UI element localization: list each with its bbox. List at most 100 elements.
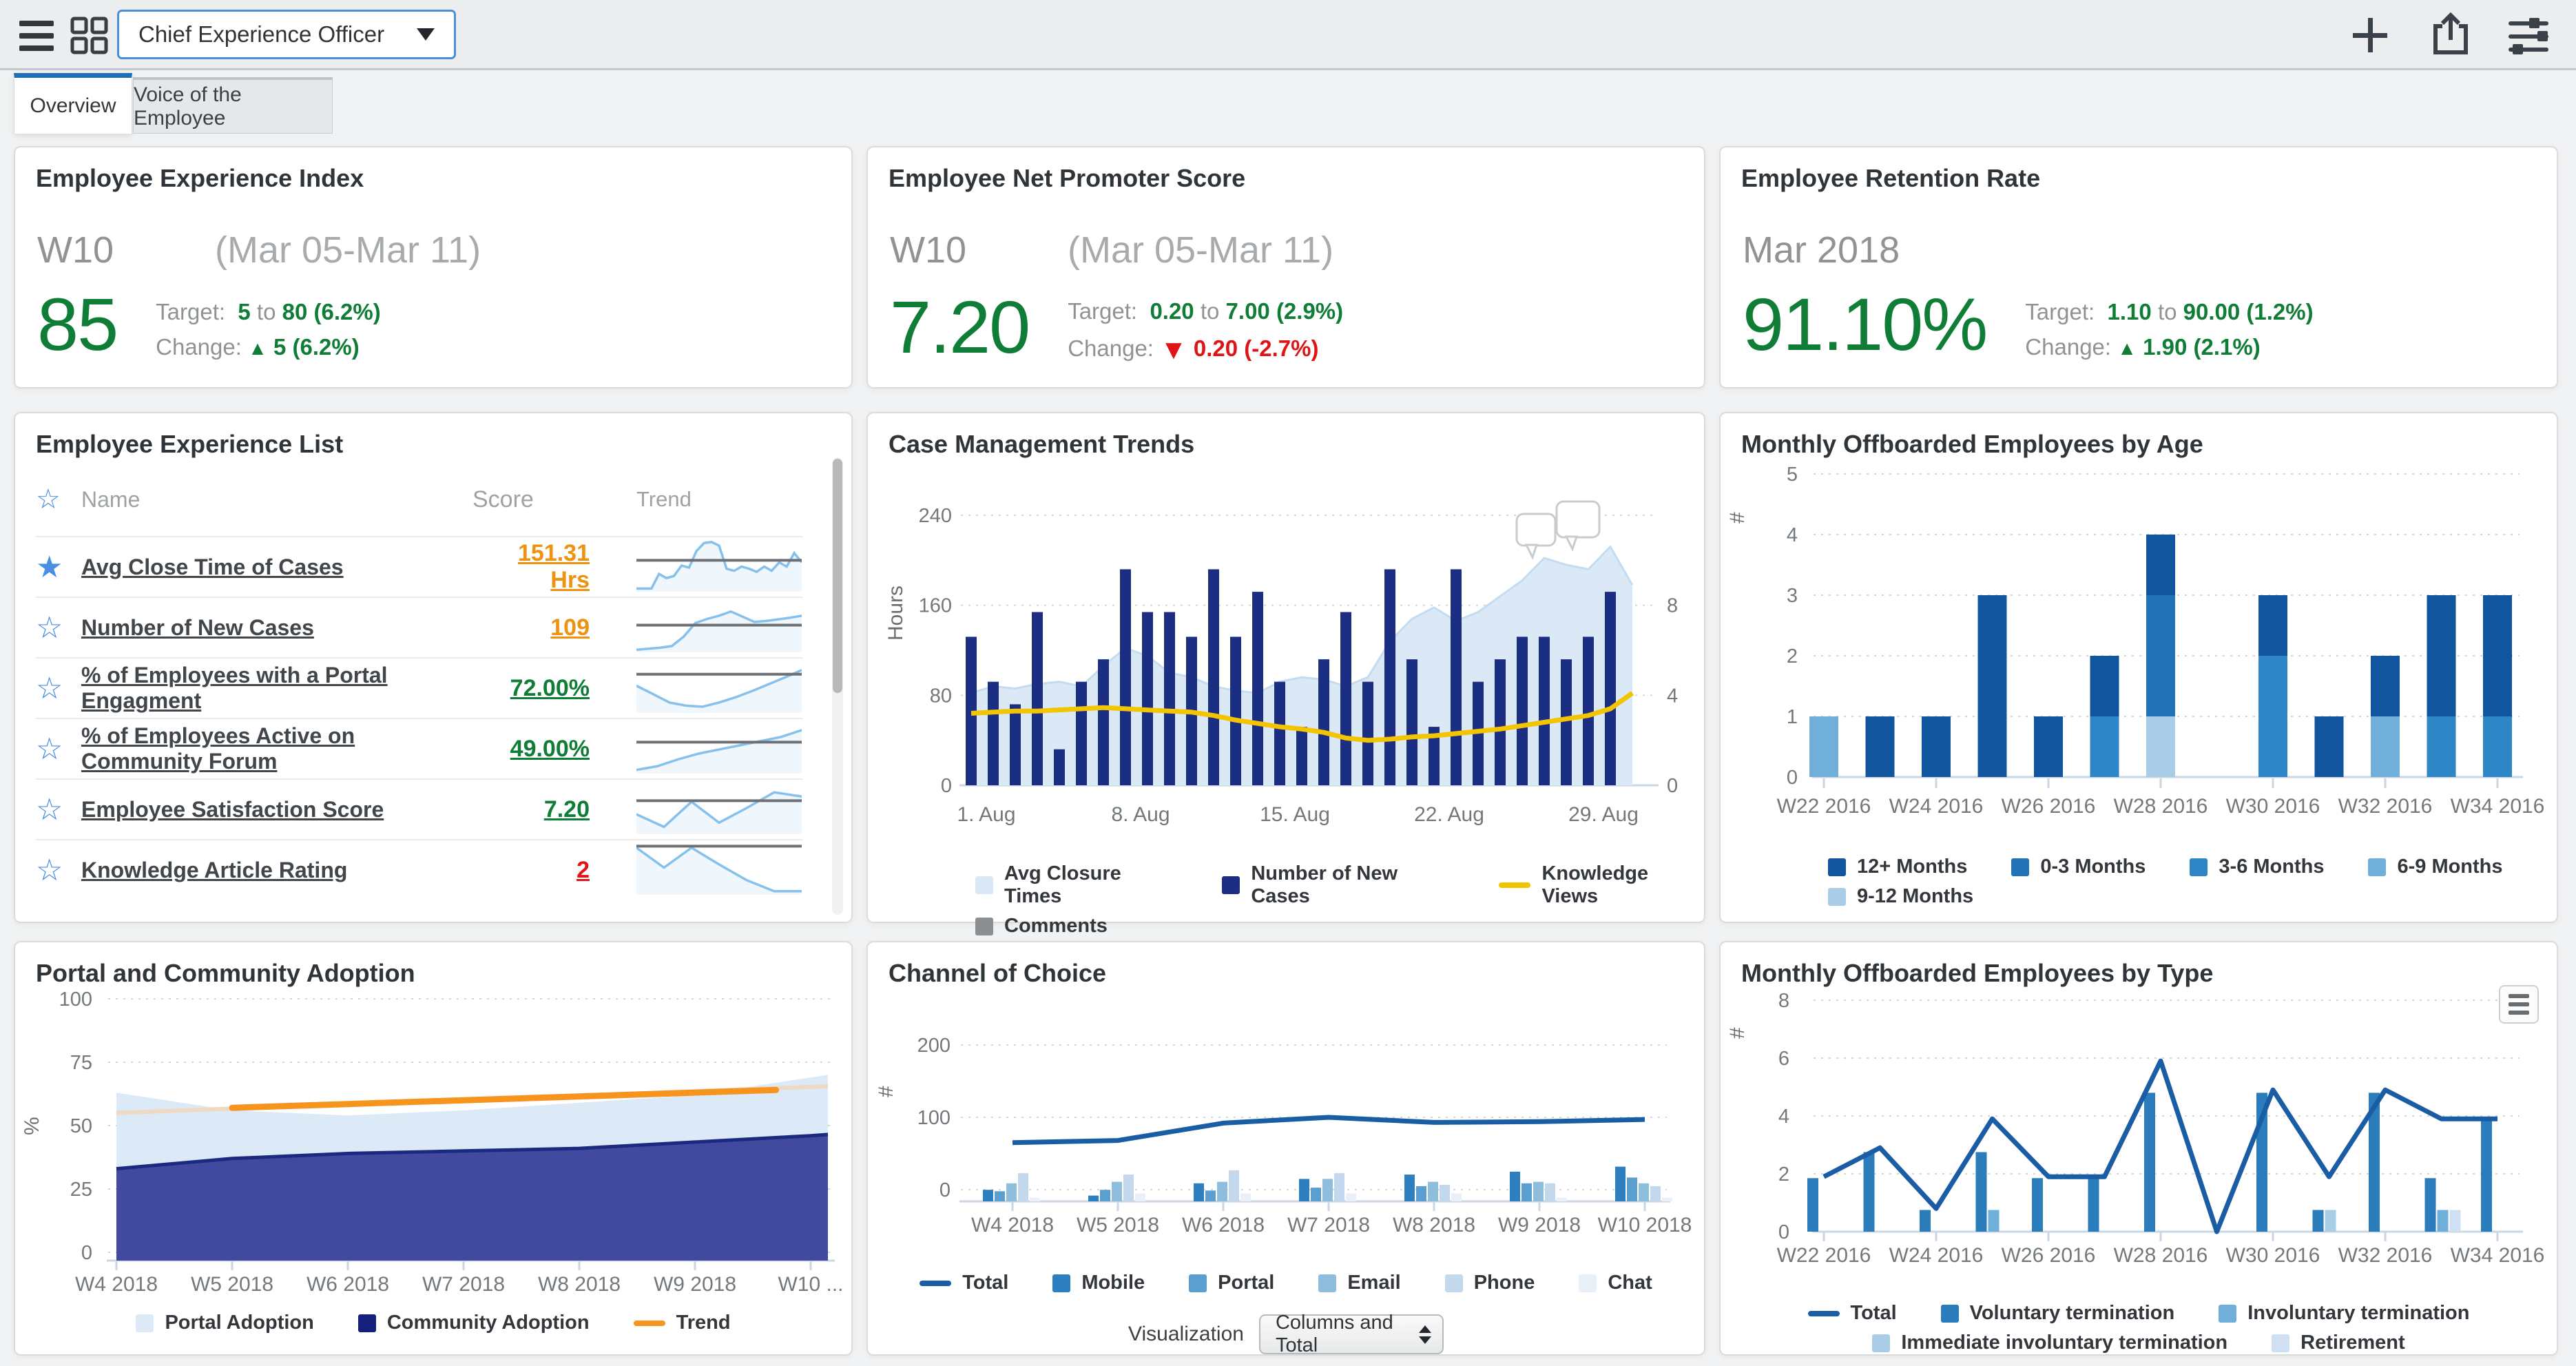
legend-label: Portal bbox=[1218, 1272, 1274, 1294]
legend-item[interactable]: Voluntary termination bbox=[1941, 1302, 2175, 1325]
legend-item[interactable]: Total bbox=[1808, 1302, 1897, 1325]
svg-text:W28 2016: W28 2016 bbox=[2114, 1244, 2208, 1267]
legend-item[interactable]: 12+ Months bbox=[1828, 856, 1967, 878]
legend-item[interactable]: Avg Closure Times bbox=[975, 862, 1178, 908]
metric-name-link[interactable]: Avg Close Time of Cases bbox=[81, 555, 472, 580]
legend-line-swatch bbox=[920, 1281, 951, 1286]
chart-legend: Portal Adoption Community Adoption Trend bbox=[15, 1312, 851, 1334]
legend-item[interactable]: Chat bbox=[1579, 1272, 1652, 1294]
list-scrollbar[interactable] bbox=[832, 457, 843, 915]
metric-name-link[interactable]: % of Employees with a Portal Engagment bbox=[81, 663, 472, 714]
metric-trend-sparkline[interactable] bbox=[590, 721, 803, 777]
list-item[interactable]: ☆Employee Satisfaction Score7.20 bbox=[36, 778, 803, 839]
comment-bubble-icon[interactable] bbox=[1517, 514, 1555, 557]
legend-item[interactable]: Number of New Cases bbox=[1222, 862, 1455, 908]
metric-trend-sparkline[interactable] bbox=[590, 539, 803, 595]
profile-selector-dropdown[interactable]: Chief Experience Officer bbox=[117, 10, 456, 59]
legend-item[interactable]: Mobile bbox=[1052, 1272, 1145, 1294]
legend-item[interactable]: 0-3 Months bbox=[2011, 856, 2146, 878]
legend-item[interactable]: 9-12 Months bbox=[1828, 885, 1973, 908]
svg-text:W32 2016: W32 2016 bbox=[2338, 795, 2433, 818]
svg-text:#: # bbox=[875, 1086, 897, 1097]
legend-label: Trend bbox=[676, 1312, 731, 1334]
tab-overview[interactable]: Overview bbox=[14, 73, 132, 134]
legend-item[interactable]: Immediate involuntary termination bbox=[1872, 1332, 2227, 1354]
legend-item[interactable]: 3-6 Months bbox=[2190, 856, 2324, 878]
legend-item[interactable]: Portal Adoption bbox=[136, 1312, 313, 1334]
star-outline-icon[interactable]: ☆ bbox=[36, 792, 81, 827]
metric-trend-sparkline[interactable] bbox=[590, 600, 803, 656]
hamburger-menu-icon[interactable] bbox=[19, 21, 54, 51]
list-item[interactable]: ★Avg Close Time of Cases151.31 Hrs bbox=[36, 536, 803, 597]
legend-item[interactable]: Phone bbox=[1445, 1272, 1535, 1294]
column-header-name[interactable]: Name bbox=[81, 487, 472, 513]
top-bar: Chief Experience Officer bbox=[0, 0, 2576, 70]
legend-label: 9-12 Months bbox=[1857, 885, 1973, 908]
metric-score-link[interactable]: 72.00% bbox=[472, 675, 590, 702]
legend-swatch bbox=[1941, 1305, 1959, 1323]
metric-score-link[interactable]: 2 bbox=[472, 857, 590, 884]
star-outline-icon[interactable]: ☆ bbox=[36, 671, 81, 706]
star-outline-icon[interactable]: ☆ bbox=[36, 610, 81, 645]
add-icon[interactable] bbox=[2350, 15, 2390, 55]
list-item[interactable]: ☆% of Employees Active on Community Foru… bbox=[36, 718, 803, 778]
legend-swatch bbox=[2190, 858, 2208, 876]
legend-item[interactable]: Knowledge Views bbox=[1499, 862, 1704, 908]
type-bars bbox=[1807, 1093, 2492, 1232]
metric-trend-sparkline[interactable] bbox=[590, 782, 803, 838]
svg-text:W34 2016: W34 2016 bbox=[2451, 795, 2545, 818]
metric-score-link[interactable]: 7.20 bbox=[472, 796, 590, 823]
visualization-select[interactable]: Columns and Total bbox=[1259, 1314, 1444, 1354]
legend-line-swatch bbox=[634, 1321, 665, 1326]
legend-item[interactable]: 6-9 Months bbox=[2368, 856, 2502, 878]
chart-legend: Total Voluntary termination Involuntary te… bbox=[1721, 1302, 2557, 1354]
comment-bubble-icon[interactable] bbox=[1557, 501, 1599, 549]
metric-name-link[interactable]: Number of New Cases bbox=[81, 615, 472, 641]
svg-text:W30 2016: W30 2016 bbox=[2226, 1244, 2320, 1267]
legend-item[interactable]: Involuntary termination bbox=[2219, 1302, 2469, 1325]
legend-item[interactable]: Email bbox=[1318, 1272, 1400, 1294]
metric-trend-sparkline[interactable] bbox=[590, 842, 803, 898]
metric-trend-sparkline[interactable] bbox=[590, 661, 803, 716]
svg-text:4: 4 bbox=[1778, 1106, 1789, 1128]
legend-item[interactable]: Portal bbox=[1189, 1272, 1274, 1294]
legend-item[interactable]: Community Adoption bbox=[358, 1312, 590, 1334]
svg-text:W9 2018: W9 2018 bbox=[1498, 1214, 1581, 1236]
legend-swatch bbox=[358, 1314, 376, 1332]
svg-text:W9 2018: W9 2018 bbox=[654, 1273, 736, 1296]
list-item[interactable]: ☆% of Employees with a Portal Engagment7… bbox=[36, 657, 803, 718]
metric-score-link[interactable]: 151.31 Hrs bbox=[472, 540, 590, 594]
metric-score-link[interactable]: 109 bbox=[472, 614, 590, 641]
legend-item[interactable]: Total bbox=[920, 1272, 1008, 1294]
legend-item[interactable]: Retirement bbox=[2272, 1332, 2405, 1354]
star-outline-icon[interactable]: ☆ bbox=[36, 732, 81, 767]
chart-context-menu-icon[interactable] bbox=[2499, 985, 2539, 1024]
svg-text:0: 0 bbox=[81, 1242, 92, 1264]
column-header-score[interactable]: Score bbox=[472, 486, 590, 513]
list-scrollbar-thumb[interactable] bbox=[833, 459, 842, 693]
kpi-period-week: Mar 2018 bbox=[1743, 229, 1920, 271]
list-item[interactable]: ☆Number of New Cases109 bbox=[36, 597, 803, 657]
svg-text:W24 2016: W24 2016 bbox=[1889, 1244, 1984, 1267]
star-outline-icon[interactable]: ☆ bbox=[36, 853, 81, 888]
channel-of-choice-chart: 2001000#W4 2018W5 2018W6 2018W7 2018W8 2… bbox=[868, 942, 1707, 1266]
tab-voice-of-the-employee[interactable]: Voice of the Employee bbox=[133, 77, 333, 134]
column-header-trend[interactable]: Trend bbox=[590, 487, 803, 512]
filter-settings-icon[interactable] bbox=[2509, 18, 2550, 55]
list-item[interactable]: ☆Knowledge Article Rating2 bbox=[36, 839, 803, 900]
metric-name-link[interactable]: Knowledge Article Rating bbox=[81, 858, 472, 883]
metric-score-link[interactable]: 49.00% bbox=[472, 736, 590, 763]
legend-label: 6-9 Months bbox=[2397, 856, 2502, 878]
legend-item[interactable]: Trend bbox=[634, 1312, 731, 1334]
export-icon[interactable] bbox=[2430, 12, 2471, 56]
metric-name-link[interactable]: Employee Satisfaction Score bbox=[81, 797, 472, 822]
star-filled-icon[interactable]: ★ bbox=[36, 550, 81, 585]
legend-item[interactable]: Comments bbox=[975, 915, 1108, 938]
legend-swatch bbox=[1872, 1334, 1890, 1352]
star-column-icon[interactable]: ☆ bbox=[36, 484, 81, 515]
dashboard-grid-icon[interactable] bbox=[70, 17, 109, 55]
svg-text:4: 4 bbox=[1667, 685, 1678, 707]
svg-text:25: 25 bbox=[70, 1179, 92, 1201]
svg-text:240: 240 bbox=[919, 505, 952, 527]
metric-name-link[interactable]: % of Employees Active on Community Forum bbox=[81, 723, 472, 774]
